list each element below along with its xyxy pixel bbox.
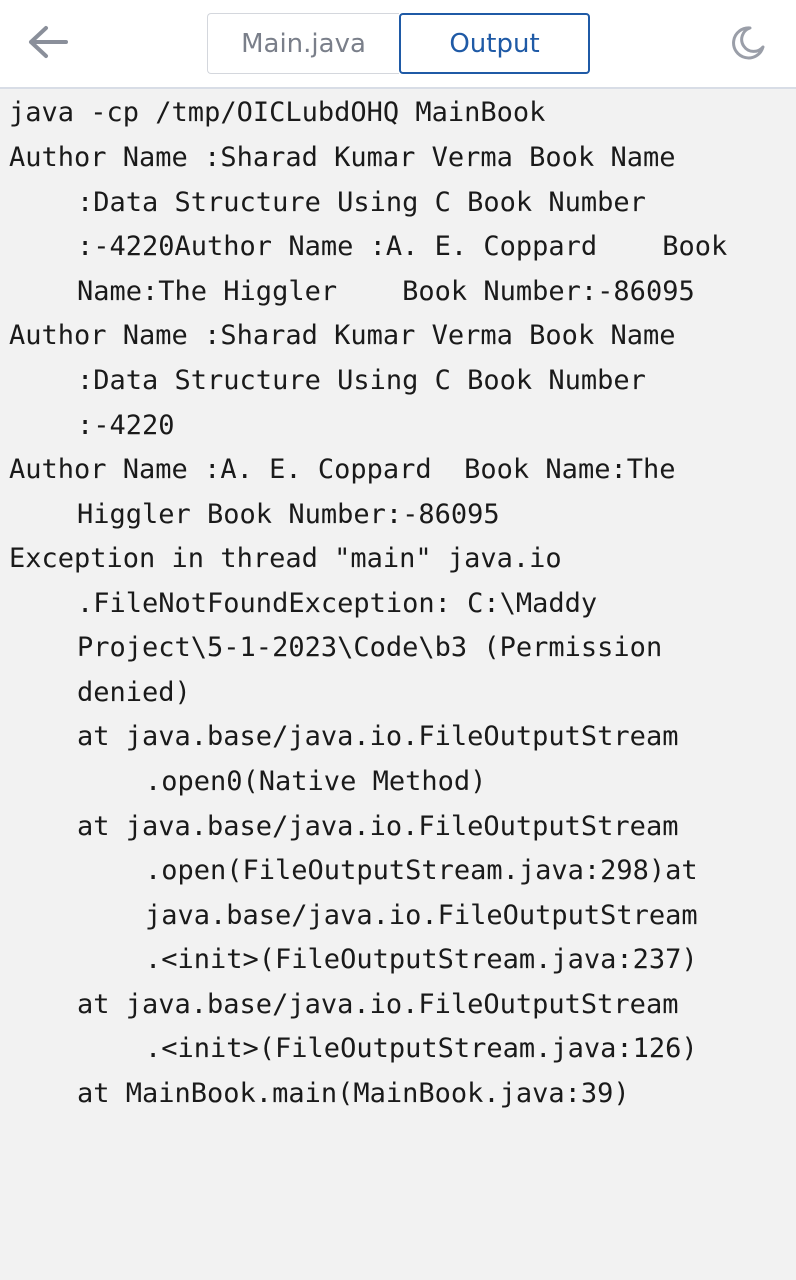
output-line: java.base/java.io.FileOutputStream: [145, 900, 698, 931]
output-line: java -cp /tmp/OICLubdOHQ MainBook: [9, 97, 546, 128]
output-line: .open(FileOutputStream.java:298)at: [145, 855, 698, 886]
tab-output[interactable]: Output: [399, 13, 590, 74]
output-line: .open0(Native Method): [145, 766, 487, 797]
tab-main-java[interactable]: Main.java: [207, 13, 399, 74]
output-line: Project\5-1-2023\Code\b3 (Permission: [77, 632, 663, 663]
output-line: Author Name :A. E. Coppard Book Name:The: [9, 454, 676, 485]
output-line: Exception in thread "main" java.io: [9, 543, 562, 574]
output-line: at java.base/java.io.FileOutputStream: [77, 989, 679, 1020]
output-line: at MainBook.main(MainBook.java:39): [77, 1078, 630, 1109]
file-tabs: Main.java Output: [207, 13, 590, 74]
output-line: :Data Structure Using C Book Number: [77, 187, 646, 218]
output-line: .<init>(FileOutputStream.java:237): [145, 944, 698, 975]
output-line: :Data Structure Using C Book Number: [77, 365, 646, 396]
output-line: denied): [77, 677, 191, 708]
output-line: :-4220Author Name :A. E. Coppard Book: [77, 231, 728, 262]
arrow-left-icon: [26, 25, 70, 63]
output-line: Higgler Book Number:-86095: [77, 499, 500, 530]
output-line: Author Name :Sharad Kumar Verma Book Nam…: [9, 142, 676, 173]
output-line: :-4220: [77, 410, 175, 441]
output-line: at java.base/java.io.FileOutputStream: [77, 721, 679, 752]
output-line: .FileNotFoundException: C:\Maddy: [77, 588, 598, 619]
output-line: at java.base/java.io.FileOutputStream: [77, 811, 679, 842]
theme-toggle-button[interactable]: [724, 21, 772, 69]
output-console: java -cp /tmp/OICLubdOHQ MainBook Author…: [0, 91, 796, 1280]
output-line: Author Name :Sharad Kumar Verma Book Nam…: [9, 320, 676, 351]
app-header: Main.java Output: [0, 0, 796, 89]
output-line: .<init>(FileOutputStream.java:126): [145, 1033, 698, 1064]
moon-icon: [728, 23, 768, 67]
output-line: Name:The Higgler Book Number:-86095: [77, 276, 695, 307]
back-button[interactable]: [22, 22, 74, 66]
